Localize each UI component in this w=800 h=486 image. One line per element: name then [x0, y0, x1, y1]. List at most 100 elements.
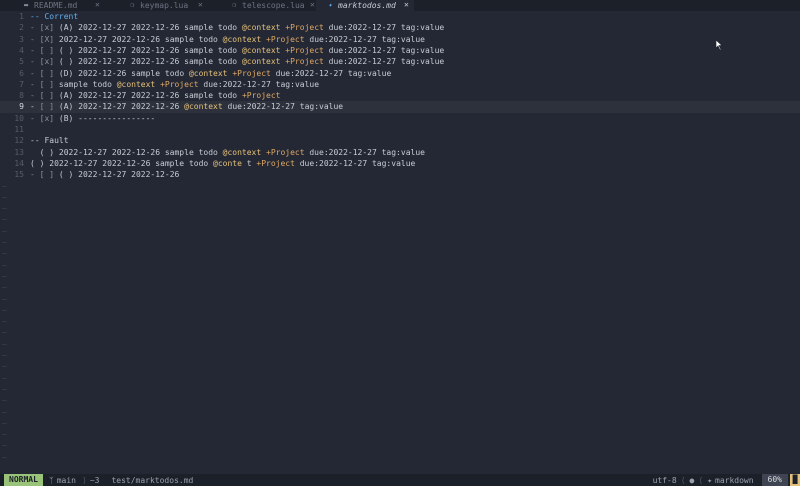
editor-line[interactable]: 13 ( ) 2022-12-27 2022-12-26 sample todo…	[0, 147, 800, 158]
close-icon[interactable]: ✕	[310, 0, 315, 9]
editor-line[interactable]: 14 ( ) 2022-12-27 2022-12-26 sample todo …	[0, 158, 800, 169]
empty-line: ~	[0, 429, 800, 440]
encoding: utf-8	[652, 475, 677, 485]
text-segment: [ ]	[39, 79, 55, 89]
editor-line[interactable]: 2- [x] (A) 2022-12-27 2022-12-26 sample …	[0, 22, 800, 33]
text-segment: -	[30, 170, 40, 180]
line-text: ( ) 2022-12-27 2022-12-26 sample todo @c…	[30, 158, 415, 169]
line-number: 14	[14, 158, 24, 168]
text-segment: [x]	[39, 23, 55, 33]
empty-line: ~	[0, 181, 800, 192]
editor-line[interactable]: 7- [ ] sample todo @context +Project due…	[0, 79, 800, 90]
empty-line: ~	[0, 214, 800, 225]
text-segment: +Project	[285, 45, 324, 55]
text-segment: @context	[241, 45, 281, 55]
close-icon[interactable]: ✕	[198, 0, 203, 9]
text-segment: [X]	[39, 34, 55, 44]
tab-label: keymap.lua	[140, 1, 189, 10]
tab-bar: ▬ README.md ✕ ❍ keymap.lua ✕ ❍ telescope…	[0, 0, 800, 11]
line-text: - [x] (A) 2022-12-27 2022-12-26 sample t…	[30, 22, 444, 33]
text-segment: +Project	[266, 34, 305, 44]
editor-line[interactable]: 11	[0, 124, 800, 135]
line-number: 13	[14, 147, 24, 157]
text-segment: [ ]	[39, 102, 55, 112]
text-segment: (A) 2022-12-27 2022-12-26 sample todo	[54, 91, 242, 101]
text-segment: [x]	[39, 57, 55, 67]
editor-line[interactable]: 15- [ ] ( ) 2022-12-27 2022-12-26	[0, 169, 800, 180]
scroll-percent: 60%	[761, 474, 788, 486]
mode-indicator: NORMAL	[4, 474, 43, 486]
tilde-marker: ~	[2, 384, 7, 394]
empty-line: ~	[0, 316, 800, 327]
tilde-marker: ~	[2, 351, 7, 360]
text-segment: due:2022-12-27 tag:value	[304, 147, 425, 157]
line-number: 12	[14, 136, 24, 146]
tilde-marker: ~	[2, 441, 7, 451]
editor-line[interactable]: 6- [ ] (D) 2022-12-26 sample todo @conte…	[0, 68, 800, 79]
text-segment: due:2022-12-27 tag:value	[323, 23, 445, 33]
text-segment: ( ) 2022-12-27 2022-12-26	[54, 170, 180, 180]
empty-line: ~	[0, 305, 800, 316]
text-segment: due:2022-12-27 tag:value	[323, 45, 445, 55]
text-segment: @context	[222, 147, 262, 157]
tilde-marker: ~	[2, 430, 7, 440]
editor-line[interactable]: 4- [ ] ( ) 2022-12-27 2022-12-26 sample …	[0, 45, 800, 56]
editor-buffer[interactable]: 1 -- Corrent 2- [x] (A) 2022-12-27 2022-12…	[0, 11, 800, 474]
editor-line[interactable]: 5- [x] ( ) 2022-12-27 2022-12-26 sample …	[0, 56, 800, 67]
tab-keymap[interactable]: ❍ keymap.lua ✕	[106, 0, 208, 11]
tilde-marker: ~	[2, 396, 7, 406]
filetype: markdown	[715, 475, 754, 485]
line-text: - [ ] (A) 2022-12-27 2022-12-26 @context…	[30, 101, 343, 112]
text-segment: -	[30, 34, 40, 44]
tilde-marker: ~	[2, 271, 7, 281]
line-number: 15	[14, 170, 24, 180]
text-segment: +Project	[285, 57, 324, 67]
line-number: 6	[19, 68, 24, 78]
tilde-marker: ~	[2, 339, 7, 349]
text-segment: (A) 2022-12-27 2022-12-26	[54, 102, 185, 112]
empty-line: ~	[0, 294, 800, 305]
line-number: 3	[19, 34, 24, 44]
text-segment: @context	[241, 57, 281, 67]
git-branch-icon: ᛉ	[48, 475, 54, 485]
text-segment: [ ]	[39, 45, 55, 55]
editor-line[interactable]: 3- [X] 2022-12-27 2022-12-26 sample todo…	[0, 34, 800, 45]
editor-line[interactable]: 10- [x] (B) ----------------	[0, 113, 800, 124]
tab-marktodos[interactable]: ✦ marktodos.md ✕	[316, 0, 414, 11]
close-icon[interactable]: ✕	[95, 0, 100, 9]
tilde-marker: ~	[2, 283, 7, 293]
tilde-marker: ~	[2, 407, 7, 417]
tab-telescope[interactable]: ❍ telescope.lua ✕	[208, 0, 316, 11]
line-text: - [ ] ( ) 2022-12-27 2022-12-26	[30, 169, 179, 180]
tilde-marker: ~	[2, 362, 7, 372]
text-segment: +Project	[285, 23, 324, 33]
text-segment: +Project	[256, 158, 295, 168]
line-text: - [x] (B) ----------------	[30, 113, 155, 124]
line-number: 7	[19, 79, 24, 89]
editor-line[interactable]: 8- [ ] (A) 2022-12-27 2022-12-26 sample …	[0, 90, 800, 101]
empty-line: ~	[0, 226, 800, 237]
tilde-marker: ~	[2, 249, 7, 259]
editor-line[interactable]: 9 - [ ] (A) 2022-12-27 2022-12-26 @contex…	[0, 101, 800, 113]
tilde-marker: ~	[2, 305, 7, 315]
text-segment: ( ) 2022-12-27 2022-12-26 sample todo	[30, 158, 214, 168]
text-segment: [ ]	[39, 91, 55, 101]
line-text: ( ) 2022-12-27 2022-12-26 sample todo @c…	[30, 147, 425, 158]
text-segment: [ ]	[39, 170, 55, 180]
tab-readme[interactable]: ▬ README.md ✕	[0, 0, 106, 11]
editor-line[interactable]: 1 -- Corrent	[0, 11, 800, 22]
text-segment: ( ) 2022-12-27 2022-12-26 sample todo	[54, 45, 242, 55]
tilde-marker: ~	[2, 373, 7, 383]
line-number: 1	[19, 12, 24, 21]
text-segment: (A) 2022-12-27 2022-12-26 sample todo	[54, 23, 242, 33]
text-segment: due:2022-12-27 tag:value	[198, 79, 320, 89]
close-icon[interactable]: ✕	[404, 0, 409, 9]
git-diff-count: ~3	[89, 475, 100, 485]
editor-line[interactable]: 12 -- Fault	[0, 135, 800, 146]
text-segment: -	[30, 45, 40, 55]
lsp-icon: ●	[689, 475, 695, 485]
text-segment: @context	[241, 23, 281, 33]
text-segment: +Project	[232, 68, 271, 78]
tilde-marker: ~	[2, 181, 7, 191]
tilde-marker: ~	[2, 260, 7, 270]
